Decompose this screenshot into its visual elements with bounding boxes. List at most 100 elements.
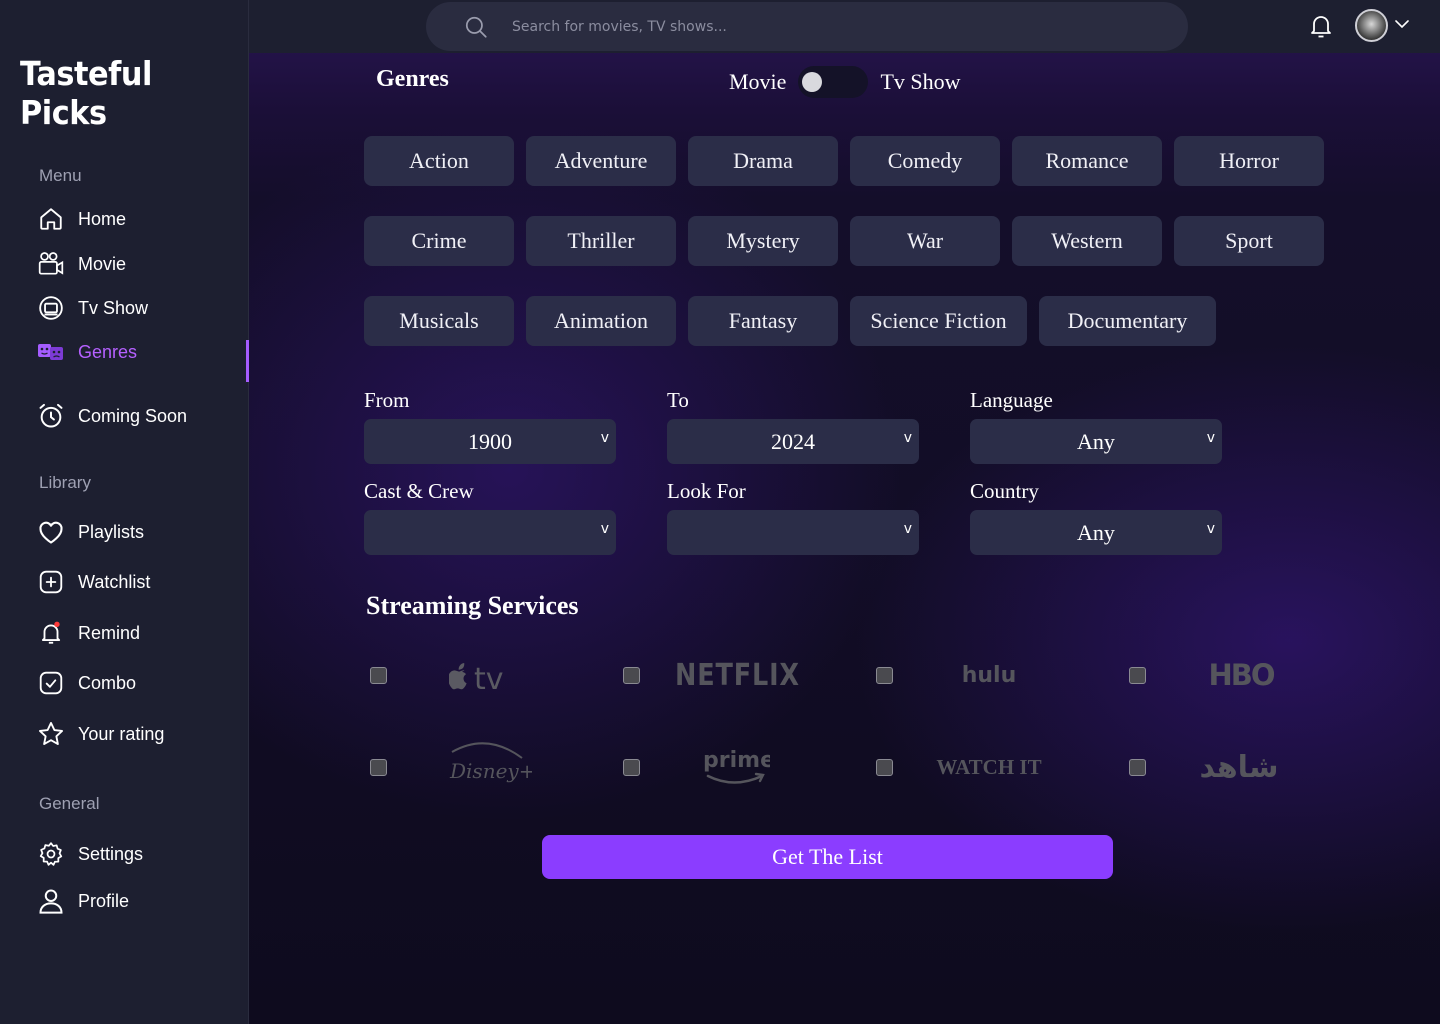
sidebar-item-playlists[interactable]: Playlists xyxy=(37,516,237,548)
sidebar-item-tv-show[interactable]: Tv Show xyxy=(37,292,237,324)
genre-chip-musicals[interactable]: Musicals xyxy=(364,296,514,346)
sidebar-item-your-rating[interactable]: Your rating xyxy=(37,718,237,750)
top-bar xyxy=(249,0,1440,53)
checkbox-apple-tv[interactable] xyxy=(370,667,387,684)
to-year-select[interactable]: 2024 v xyxy=(667,419,919,464)
checkbox-watch-it[interactable] xyxy=(876,759,893,776)
general-section-label: General xyxy=(39,794,100,813)
notifications-bell-icon[interactable] xyxy=(1309,12,1333,40)
genre-chip-sport[interactable]: Sport xyxy=(1174,216,1324,266)
from-label: From xyxy=(364,388,410,412)
checkbox-prime-video[interactable] xyxy=(623,759,640,776)
cast-crew-select[interactable]: v xyxy=(364,510,616,555)
look-for-select[interactable]: v xyxy=(667,510,919,555)
tv-icon xyxy=(37,294,65,322)
bell-dot-icon xyxy=(37,619,65,647)
sidebar-item-movie[interactable]: Movie xyxy=(37,248,237,280)
sidebar-item-label: Movie xyxy=(78,253,127,274)
toggle-label-tv-show[interactable]: Tv Show xyxy=(880,69,960,95)
genre-chip-animation[interactable]: Animation xyxy=(526,296,676,346)
sidebar-item-label: Genres xyxy=(78,341,138,362)
checkbox-disney-plus[interactable] xyxy=(370,759,387,776)
language-select[interactable]: Any v xyxy=(970,419,1222,464)
streaming-services-heading: Streaming Services xyxy=(366,591,579,620)
sidebar-item-home[interactable]: Home xyxy=(37,203,237,235)
disney-plus-text: Disney+ xyxy=(449,759,532,783)
sidebar-item-label: Watchlist xyxy=(78,571,151,592)
chevron-down-icon: v xyxy=(1206,430,1215,446)
search-input[interactable] xyxy=(512,18,1112,35)
chevron-down-icon: v xyxy=(1206,521,1215,537)
genre-chip-mystery[interactable]: Mystery xyxy=(688,216,838,266)
genres-heading: Genres xyxy=(376,66,449,92)
sidebar-item-watchlist[interactable]: Watchlist xyxy=(37,566,237,598)
checkbox-netflix[interactable] xyxy=(623,667,640,684)
watchit-logo: WATCH IT xyxy=(934,742,1044,792)
checkbox-hbo[interactable] xyxy=(1129,667,1146,684)
language-value: Any xyxy=(1077,428,1115,454)
sidebar-item-genres[interactable]: Genres xyxy=(37,336,237,368)
look-for-label: Look For xyxy=(667,479,746,503)
toggle-label-movie[interactable]: Movie xyxy=(729,69,786,95)
check-square-icon xyxy=(37,669,65,697)
genre-chip-war[interactable]: War xyxy=(850,216,1000,266)
search-bar[interactable] xyxy=(426,2,1188,51)
chevron-down-icon: v xyxy=(600,521,609,537)
genre-chip-science-fiction[interactable]: Science Fiction xyxy=(850,296,1027,346)
genres-masks-icon xyxy=(37,338,65,366)
checkbox-shahid[interactable] xyxy=(1129,759,1146,776)
content-type-toggle-row: Movie Tv Show xyxy=(729,66,961,98)
prime-video-logo: prime xyxy=(695,742,775,792)
genre-chip-romance[interactable]: Romance xyxy=(1012,136,1162,186)
heart-icon xyxy=(37,518,65,546)
genre-chip-documentary[interactable]: Documentary xyxy=(1039,296,1216,346)
genre-chip-adventure[interactable]: Adventure xyxy=(526,136,676,186)
disney-plus-logo: Disney+ xyxy=(439,738,534,788)
gear-icon xyxy=(37,840,65,868)
sidebar: Tasteful Picks Menu Home Movie Tv Show G… xyxy=(0,0,249,1024)
genre-chip-fantasy[interactable]: Fantasy xyxy=(688,296,838,346)
checkbox-hulu[interactable] xyxy=(876,667,893,684)
sidebar-item-settings[interactable]: Settings xyxy=(37,838,237,870)
sidebar-item-label: Settings xyxy=(78,843,144,864)
genre-chip-western[interactable]: Western xyxy=(1012,216,1162,266)
from-year-select[interactable]: 1900 v xyxy=(364,419,616,464)
chevron-down-icon: v xyxy=(903,430,912,446)
prime-text: prime xyxy=(703,748,770,773)
app-logo[interactable]: Tasteful Picks xyxy=(20,54,222,132)
sidebar-item-combo[interactable]: Combo xyxy=(37,667,237,699)
chevron-down-icon[interactable] xyxy=(1394,17,1410,31)
search-icon[interactable] xyxy=(463,14,489,40)
alarm-clock-icon xyxy=(37,402,65,430)
avatar[interactable] xyxy=(1355,9,1388,42)
sidebar-item-label: Home xyxy=(78,208,127,229)
country-select[interactable]: Any v xyxy=(970,510,1222,555)
movie-tv-toggle[interactable] xyxy=(798,66,869,98)
country-label: Country xyxy=(970,479,1039,503)
genre-chip-comedy[interactable]: Comedy xyxy=(850,136,1000,186)
sidebar-item-label: Your rating xyxy=(78,723,165,744)
to-year-value: 2024 xyxy=(771,428,815,454)
from-year-value: 1900 xyxy=(468,428,512,454)
genre-chip-action[interactable]: Action xyxy=(364,136,514,186)
genre-chip-crime[interactable]: Crime xyxy=(364,216,514,266)
star-icon xyxy=(37,720,65,748)
watchit-text: WATCH IT xyxy=(936,754,1042,779)
shahid-text: شاهد xyxy=(1199,749,1279,785)
get-the-list-button[interactable]: Get The List xyxy=(542,835,1113,879)
apple-tv-text: tv xyxy=(474,662,504,692)
language-label: Language xyxy=(970,388,1053,412)
chevron-down-icon: v xyxy=(903,521,912,537)
sidebar-item-profile[interactable]: Profile xyxy=(37,885,237,917)
genre-chip-drama[interactable]: Drama xyxy=(688,136,838,186)
genre-chip-thriller[interactable]: Thriller xyxy=(526,216,676,266)
sidebar-item-remind[interactable]: Remind xyxy=(37,617,237,649)
sidebar-item-coming-soon[interactable]: Coming Soon xyxy=(37,400,237,432)
sidebar-item-label: Tv Show xyxy=(78,297,149,318)
apple-tv-logo: tv xyxy=(444,650,524,700)
plus-square-icon xyxy=(37,568,65,596)
cast-crew-label: Cast & Crew xyxy=(364,479,474,503)
menu-section-label: Menu xyxy=(39,166,82,185)
genre-chip-horror[interactable]: Horror xyxy=(1174,136,1324,186)
shahid-logo: شاهد xyxy=(1189,742,1289,792)
